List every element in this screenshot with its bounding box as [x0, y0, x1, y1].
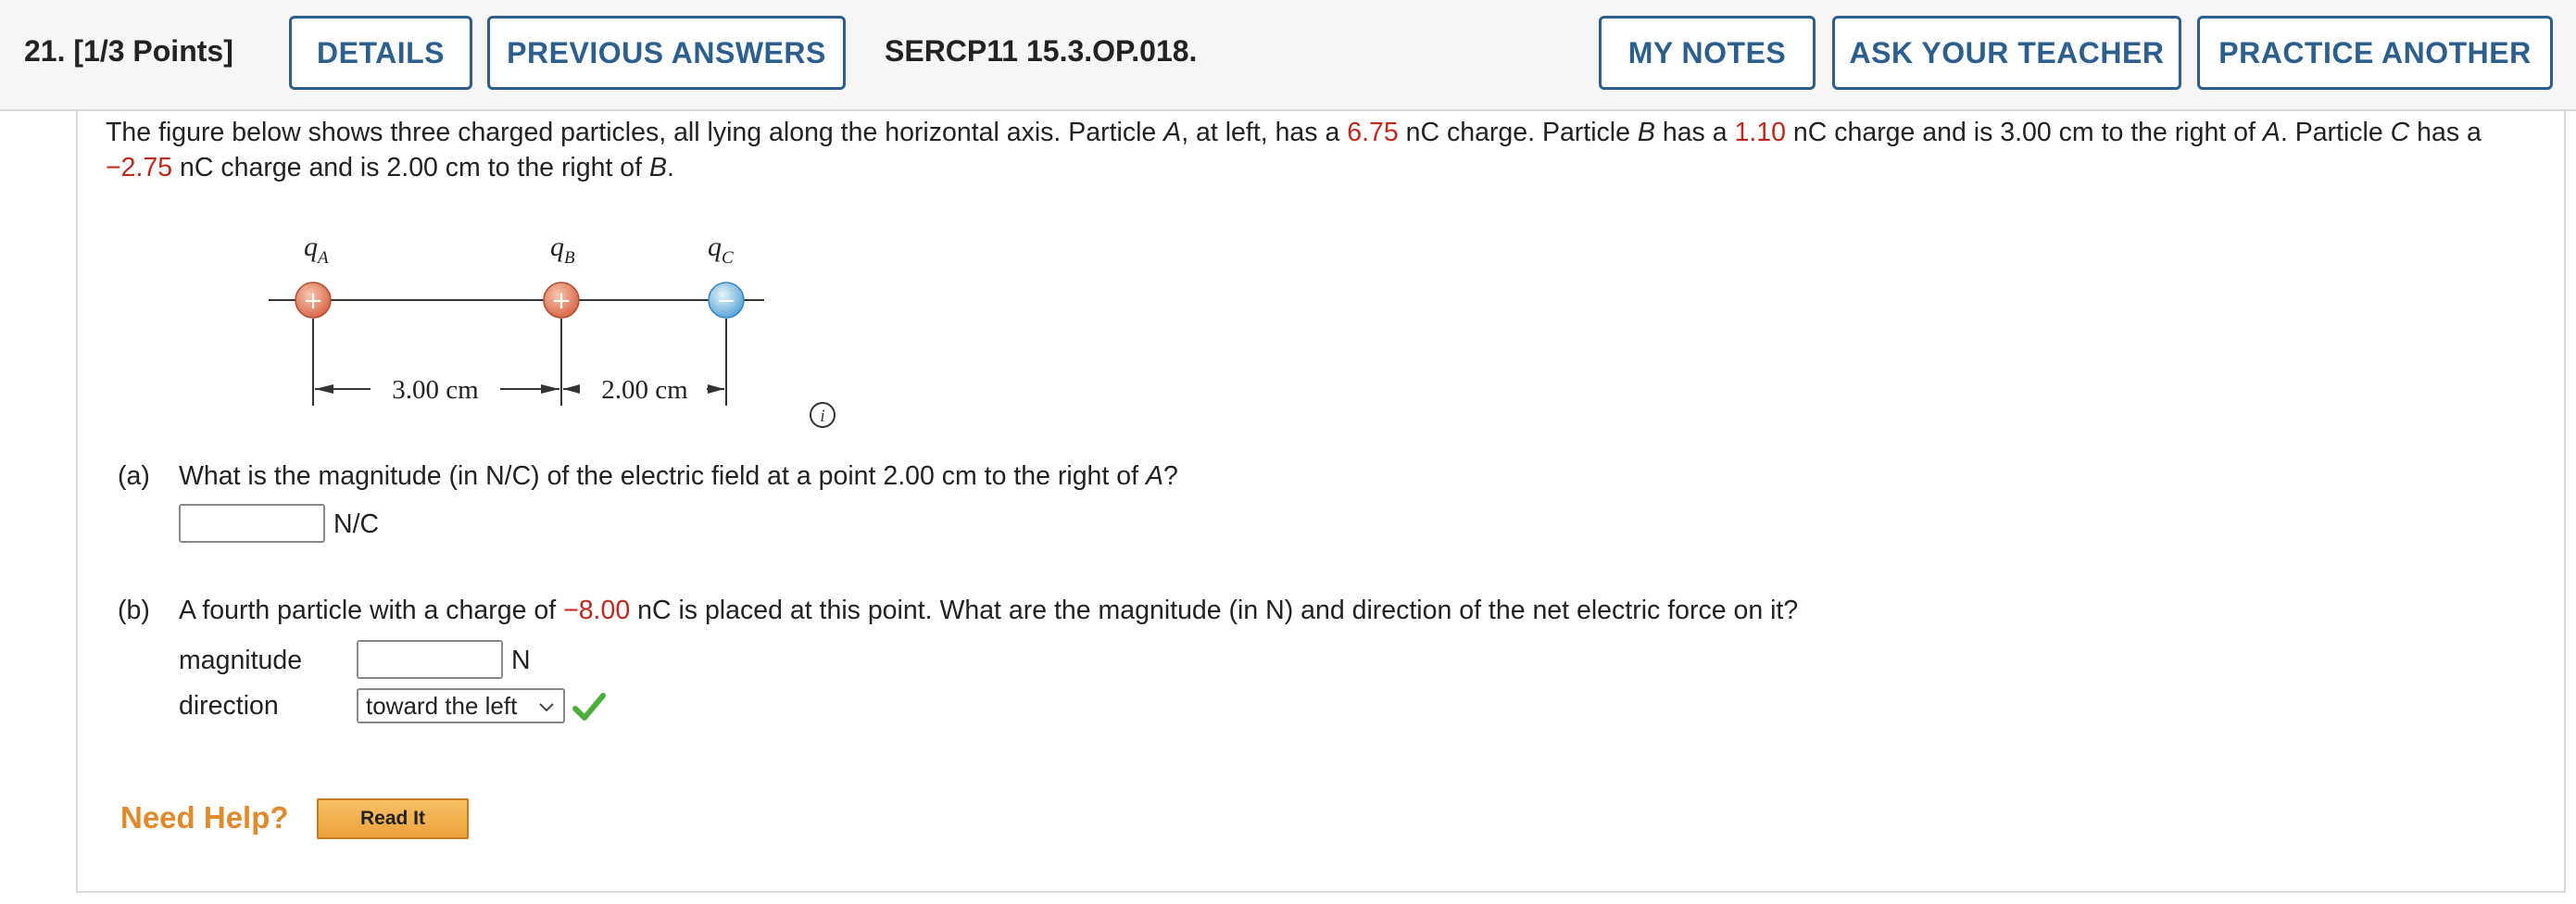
stem-text: has a: [1654, 118, 1735, 147]
direction-selected-value: toward the left: [366, 692, 518, 720]
part-b-text: nC is placed at this point. What are the…: [630, 596, 1799, 625]
part-a-text: What is the magnitude (in N/C) of the el…: [179, 461, 1146, 491]
checkmark-icon: [572, 693, 606, 721]
part-a-question: What is the magnitude (in N/C) of the el…: [179, 461, 1178, 492]
magnitude-answer-input[interactable]: [357, 640, 503, 679]
stem-text: has a: [2409, 118, 2482, 147]
stem-var-b: B: [1637, 118, 1655, 147]
question-header: 21. [1/3 Points] DETAILS PREVIOUS ANSWER…: [0, 0, 2576, 111]
direction-label: direction: [179, 691, 279, 721]
question-points: [1/3 Points]: [73, 34, 233, 68]
question-id: SERCP11 15.3.OP.018.: [885, 34, 1198, 68]
magnitude-label: magnitude: [179, 646, 303, 675]
label-qb: qB: [550, 232, 575, 268]
particle-c: −: [708, 282, 745, 319]
practice-another-button[interactable]: PRACTICE ANOTHER: [2197, 16, 2553, 90]
chevron-down-icon: [539, 703, 554, 712]
details-button[interactable]: DETAILS: [289, 16, 472, 90]
my-notes-button[interactable]: MY NOTES: [1599, 16, 1816, 90]
previous-answers-button[interactable]: PREVIOUS ANSWERS: [487, 16, 846, 90]
part-a-text: ?: [1162, 461, 1178, 491]
question-number-and-points: 21. [1/3 Points]: [24, 34, 233, 69]
stem-text: , at left, has a: [1181, 118, 1348, 147]
stem-text: The figure below shows three charged par…: [106, 118, 1164, 147]
charges-figure: qA qB qC + + − 3.00 cm 2.00 cm: [269, 232, 764, 406]
part-a-label: (a): [118, 461, 150, 491]
need-help-label: Need Help?: [120, 800, 289, 835]
dist-ab-label: 3.00 cm: [392, 375, 479, 405]
svg-text:i: i: [820, 407, 824, 426]
info-icon[interactable]: i: [809, 401, 836, 429]
ask-your-teacher-button[interactable]: ASK YOUR TEACHER: [1832, 16, 2181, 90]
part-b-question: A fourth particle with a charge of −8.00…: [179, 596, 1798, 626]
stem-text: nC charge. Particle: [1398, 118, 1638, 147]
stem-text: nC charge and is 3.00 cm to the right of: [1785, 118, 2263, 147]
stem-var-a: A: [1163, 118, 1182, 147]
svg-text:+: +: [551, 287, 572, 315]
part-a-answer-input[interactable]: [179, 504, 325, 543]
part-a-var: A: [1145, 461, 1163, 491]
dimension-bc: 2.00 cm: [563, 375, 724, 405]
stem-text: .: [667, 153, 674, 182]
dimension-ab: 3.00 cm: [315, 375, 559, 405]
part-b-text: A fourth particle with a charge of: [179, 596, 564, 625]
magnitude-unit: N: [511, 646, 531, 675]
stem-text: . Particle: [2280, 118, 2391, 147]
particle-a: +: [295, 282, 332, 319]
part-a-unit: N/C: [333, 509, 380, 539]
read-it-button[interactable]: Read It: [317, 798, 469, 839]
particle-b: +: [543, 282, 580, 319]
label-qa: qA: [304, 232, 329, 268]
svg-text:+: +: [303, 287, 323, 315]
dist-bc-label: 2.00 cm: [601, 375, 688, 405]
charge-b-value: 1.10: [1734, 118, 1786, 147]
question-number: 21.: [24, 34, 66, 68]
stem-var-c: C: [2390, 118, 2410, 147]
label-qc: qC: [708, 232, 734, 268]
part-b-label: (b): [118, 596, 150, 625]
stem-text: nC charge and is 2.00 cm to the right of: [172, 153, 649, 182]
part-b-charge-value: −8.00: [563, 596, 631, 625]
question-stem: The figure below shows three charged par…: [106, 115, 2542, 185]
charge-a-value: 6.75: [1347, 118, 1399, 147]
stem-var-b: B: [649, 153, 668, 182]
direction-select[interactable]: toward the left: [357, 688, 565, 723]
charge-c-value: −2.75: [106, 153, 173, 182]
svg-text:−: −: [716, 287, 736, 315]
stem-var-a: A: [2262, 118, 2281, 147]
